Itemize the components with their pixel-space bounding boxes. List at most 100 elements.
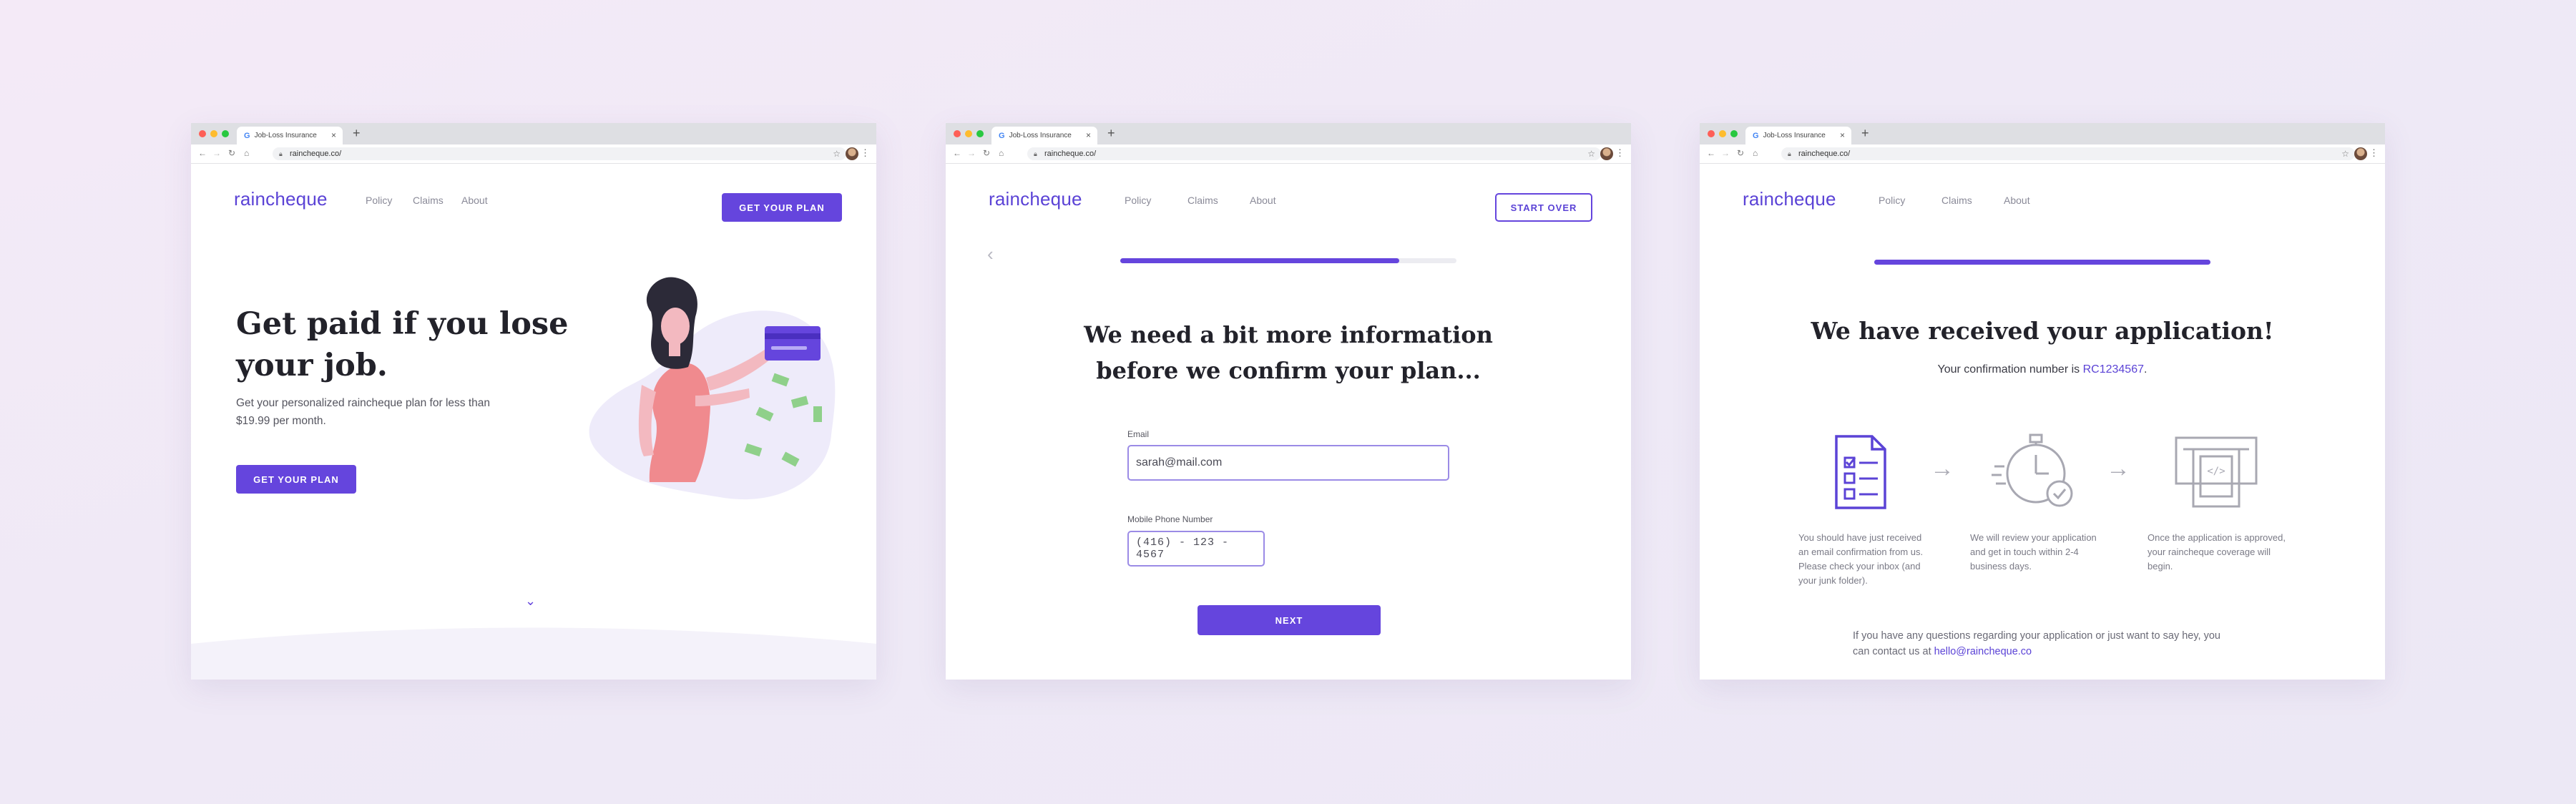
nav-claims[interactable]: Claims [1941, 195, 1972, 206]
step-2-line: We will review your application [1970, 532, 2097, 543]
tab-title: Job-Loss Insurance [1763, 132, 1826, 139]
subtext-line-2: $19.99 per month. [236, 415, 326, 427]
tab-title: Job-Loss Insurance [1009, 132, 1072, 139]
raincheque-logo[interactable]: raincheque [989, 188, 1082, 210]
step-2-line: business days. [1970, 561, 2032, 572]
heading-line-2: before we confirm your plan... [1096, 357, 1481, 384]
start-over-button[interactable]: START OVER [1495, 193, 1592, 222]
progress-fill [1874, 260, 2210, 265]
tab-bar: G Job-Loss Insurance × + [946, 123, 1631, 144]
nav-policy[interactable]: Policy [1125, 195, 1151, 206]
google-favicon-icon: G [244, 131, 250, 140]
url-text: raincheque.co/ [290, 149, 342, 158]
step-3-text: Once the application is approved, your r… [2148, 531, 2286, 574]
bookmark-star-icon[interactable]: ☆ [2341, 147, 2349, 160]
browser-menu-icon[interactable]: ⋮ [1615, 147, 1625, 159]
nav-about[interactable]: About [1250, 195, 1276, 206]
minimize-window-button[interactable] [210, 130, 217, 137]
reload-icon[interactable]: ↻ [983, 148, 990, 158]
checklist-icon [1835, 435, 1886, 509]
close-tab-icon[interactable]: × [1840, 130, 1845, 140]
nav-about[interactable]: About [2004, 195, 2030, 206]
step-3-line: your raincheque coverage will [2148, 546, 2271, 557]
footer-wave [191, 627, 876, 680]
info-form-page: raincheque Policy Claims About START OVE… [946, 163, 1631, 680]
close-tab-icon[interactable]: × [1086, 130, 1091, 140]
browser-tab[interactable]: G Job-Loss Insurance × [991, 127, 1097, 144]
email-label: Email [1127, 429, 1150, 439]
step-1-text: You should have just received an email c… [1798, 531, 1923, 588]
minimize-window-button[interactable] [965, 130, 972, 137]
browser-tab[interactable]: G Job-Loss Insurance × [1745, 127, 1851, 144]
contact-email-link[interactable]: hello@raincheque.co [1934, 646, 2032, 657]
phone-label: Mobile Phone Number [1127, 514, 1213, 524]
progress-bar [1120, 258, 1456, 263]
address-bar[interactable]: 🔒︎ raincheque.co/ ☆ [1781, 147, 2355, 160]
bookmark-star-icon[interactable]: ☆ [833, 147, 841, 160]
step-1-line: your junk folder). [1798, 575, 1868, 586]
get-your-plan-button[interactable]: GET YOUR PLAN [236, 465, 356, 494]
maximize-window-button[interactable] [222, 130, 229, 137]
address-bar[interactable]: 🔒︎ raincheque.co/ ☆ [273, 147, 846, 160]
close-tab-icon[interactable]: × [331, 130, 336, 140]
email-field[interactable]: sarah@mail.com [1127, 445, 1449, 481]
forward-arrow-icon[interactable]: → [1721, 148, 1730, 158]
nav-policy[interactable]: Policy [366, 195, 392, 206]
url-text: raincheque.co/ [1044, 149, 1097, 158]
forward-arrow-icon[interactable]: → [212, 148, 221, 158]
confirmation-suffix: . [2144, 363, 2148, 376]
maximize-window-button[interactable] [976, 130, 984, 137]
browser-window-info-form: G Job-Loss Insurance × + ← → ↻ ⌂ 🔒︎ rain… [946, 123, 1631, 680]
profile-avatar[interactable] [846, 147, 858, 160]
address-toolbar: ← → ↻ ⌂ 🔒︎ raincheque.co/ ☆ ⋮ [1700, 144, 2385, 164]
home-icon[interactable]: ⌂ [1753, 148, 1758, 158]
contact-footer: If you have any questions regarding your… [1853, 628, 2220, 660]
lock-icon: 🔒︎ [279, 150, 283, 157]
headline-line-1: Get paid if you lose [236, 306, 569, 342]
footer-line-2: can contact us at [1853, 646, 1934, 657]
browser-window-landing: G Job-Loss Insurance × + ← → ↻ ⌂ 🔒︎ rain… [191, 123, 876, 680]
next-button[interactable]: NEXT [1198, 605, 1381, 635]
browser-menu-icon[interactable]: ⋮ [2369, 147, 2379, 159]
back-arrow-icon[interactable]: ← [198, 148, 207, 158]
raincheque-logo[interactable]: raincheque [1743, 188, 1836, 210]
nav-claims[interactable]: Claims [413, 195, 444, 206]
address-bar[interactable]: 🔒︎ raincheque.co/ ☆ [1027, 147, 1601, 160]
arrow-right-icon: → [1930, 455, 1954, 482]
close-window-button[interactable] [1708, 130, 1715, 137]
close-window-button[interactable] [199, 130, 206, 137]
home-icon[interactable]: ⌂ [999, 148, 1004, 158]
nav-about[interactable]: About [461, 195, 488, 206]
window-controls [199, 130, 229, 137]
nav-policy[interactable]: Policy [1879, 195, 1905, 206]
reload-icon[interactable]: ↻ [228, 148, 235, 158]
bookmark-star-icon[interactable]: ☆ [1587, 147, 1595, 160]
new-tab-button[interactable]: + [1107, 126, 1115, 141]
minimize-window-button[interactable] [1719, 130, 1726, 137]
home-icon[interactable]: ⌂ [244, 148, 249, 158]
step-2-line: and get in touch within 2-4 [1970, 546, 2079, 557]
reload-icon[interactable]: ↻ [1737, 148, 1744, 158]
new-tab-button[interactable]: + [1861, 126, 1869, 141]
profile-avatar[interactable] [2354, 147, 2367, 160]
profile-avatar[interactable] [1600, 147, 1613, 160]
browser-menu-icon[interactable]: ⋮ [861, 147, 870, 159]
phone-field[interactable]: (416) - 123 - 4567 [1127, 531, 1265, 567]
browser-tab[interactable]: G Job-Loss Insurance × [237, 127, 343, 144]
close-window-button[interactable] [954, 130, 961, 137]
form-heading: We need a bit more information before we… [946, 317, 1631, 388]
nav-claims[interactable]: Claims [1187, 195, 1218, 206]
stopwatch-icon [1992, 433, 2073, 507]
back-arrow-icon[interactable]: ← [1707, 148, 1715, 158]
new-tab-button[interactable]: + [353, 126, 361, 141]
confirmation-prefix: Your confirmation number is [1937, 363, 2083, 376]
back-chevron-icon[interactable]: ‹ [987, 243, 994, 265]
maximize-window-button[interactable] [1730, 130, 1738, 137]
back-arrow-icon[interactable]: ← [953, 148, 961, 158]
raincheque-logo[interactable]: raincheque [234, 188, 328, 210]
forward-arrow-icon[interactable]: → [967, 148, 976, 158]
landing-page: raincheque Policy Claims About GET YOUR … [191, 163, 876, 680]
scroll-down-chevron-icon[interactable]: ⌄ [525, 594, 536, 609]
get-your-plan-header-button[interactable]: GET YOUR PLAN [722, 193, 842, 222]
address-toolbar: ← → ↻ ⌂ 🔒︎ raincheque.co/ ☆ ⋮ [191, 144, 876, 164]
